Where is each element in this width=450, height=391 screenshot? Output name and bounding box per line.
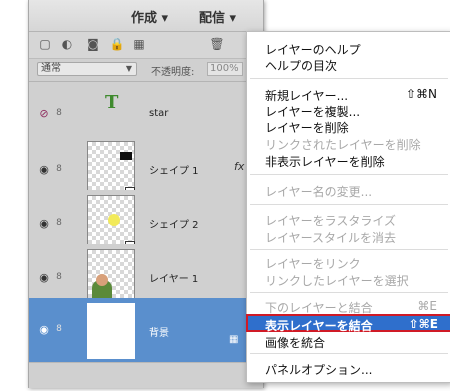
layer-thumbnail — [87, 249, 135, 305]
layers-toolbar: ▢ ◐ ◙ 🔒 ▦ 🗑 ▼ — [29, 32, 263, 85]
layer-options-bar: 通常 ▼ 不透明度: 100% — [29, 59, 263, 82]
menu-item-new-layer[interactable]: 新規レイヤー... — [265, 87, 348, 104]
fx-icon[interactable]: fx — [234, 160, 244, 173]
menu-item-delete-linked: リンクされたレイヤーを削除 — [265, 138, 421, 152]
menu-separator — [250, 78, 448, 79]
menu-item-delete-layer[interactable]: レイヤーを削除 — [265, 119, 349, 136]
link-icon[interactable]: 8 — [55, 106, 63, 120]
eye-icon[interactable]: ◉ — [37, 162, 51, 176]
chevron-down-icon: ▼ — [125, 64, 132, 73]
blend-mode-select[interactable]: 通常 ▼ — [37, 62, 137, 76]
share-menu-label: 配信 — [199, 11, 226, 26]
layer-name: star — [149, 108, 169, 119]
merge-down-shortcut: ⌘E — [417, 299, 437, 313]
menu-item-rename-layer: レイヤー名の変更... — [265, 185, 373, 199]
new-layer-shortcut: ⇧⌘N — [405, 87, 437, 101]
menu-item-panel-options[interactable]: パネルオプション... — [265, 361, 372, 378]
merge-visible-shortcut: ⇧⌘E — [408, 317, 438, 331]
opacity-input[interactable]: 100% — [207, 62, 243, 76]
trash-icon[interactable]: 🗑 — [209, 37, 225, 51]
layer-thumbnail — [87, 195, 135, 251]
opacity-value: 100% — [210, 63, 239, 74]
menu-item-merge-visible[interactable]: 表示レイヤーを結合 ⇧⌘E — [246, 314, 450, 333]
eye-hidden-icon[interactable]: ⊘ — [37, 106, 51, 120]
lock-icon[interactable]: 🔒 — [109, 37, 125, 51]
star-shape-preview — [108, 214, 120, 226]
layer-thumbnail — [87, 141, 135, 197]
adjustment-layer-icon[interactable]: ◐ — [59, 37, 75, 51]
merge-visible-label: 表示レイヤーを結合 — [265, 319, 373, 333]
shape-preview — [120, 152, 132, 160]
text-layer-icon: T — [105, 92, 119, 113]
menu-item-layer-help[interactable]: レイヤーのヘルプ — [265, 41, 361, 58]
menu-item-link-layers: レイヤーをリンク — [265, 257, 361, 271]
create-menu-label: 作成 — [131, 11, 158, 26]
panel-flyout-menu: レイヤーのヘルプ ヘルプの目次 新規レイヤー... ⇧⌘N レイヤーを複製...… — [246, 31, 450, 383]
menu-item-select-linked: リンクしたレイヤーを選択 — [265, 274, 409, 288]
menu-separator — [250, 174, 448, 175]
menu-item-rasterize-layer: レイヤーをラスタライズ — [265, 214, 397, 228]
menu-separator — [250, 249, 448, 250]
background-lock-icon: ▦ — [229, 334, 239, 345]
layer-mask-icon[interactable]: ◙ — [85, 37, 101, 51]
link-icon[interactable]: 8 — [55, 162, 63, 176]
menu-item-delete-hidden[interactable]: 非表示レイヤーを削除 — [265, 153, 385, 170]
share-menu[interactable]: 配信 ▾ — [199, 7, 236, 26]
layer-row-background[interactable]: ◉ 8 背景 ▦ — [29, 298, 263, 363]
layers-panel: 作成 ▾ 配信 ▾ ▢ ◐ ◙ 🔒 ▦ 🗑 ▼ 通常 ▼ 不透明度: 100% … — [28, 0, 264, 388]
layer-thumbnail — [87, 303, 135, 359]
opacity-label: 不透明度: — [151, 67, 195, 78]
lock-transparency-icon[interactable]: ▦ — [131, 37, 147, 51]
layer-name: レイヤー 1 — [149, 274, 199, 285]
link-icon[interactable]: 8 — [55, 270, 63, 284]
layer-name: シェイプ 2 — [149, 220, 199, 231]
layer-name: シェイプ 1 — [149, 166, 199, 177]
top-menu-bar: 作成 ▾ 配信 ▾ — [29, 0, 263, 32]
menu-separator — [250, 353, 448, 354]
menu-item-duplicate-layer[interactable]: レイヤーを複製... — [265, 103, 360, 120]
blend-mode-value: 通常 — [41, 63, 61, 74]
link-icon[interactable]: 8 — [55, 216, 63, 230]
new-layer-icon[interactable]: ▢ — [37, 37, 53, 51]
photo-face-preview — [96, 274, 108, 286]
layer-name: 背景 — [149, 328, 169, 339]
menu-separator — [250, 292, 448, 293]
menu-separator — [250, 204, 448, 205]
link-icon[interactable]: 8 — [55, 322, 63, 336]
menu-item-clear-layer-style: レイヤースタイルを消去 — [265, 231, 397, 245]
eye-icon[interactable]: ◉ — [37, 270, 51, 284]
eye-icon[interactable]: ◉ — [37, 216, 51, 230]
create-menu[interactable]: 作成 ▾ — [131, 7, 168, 26]
menu-item-flatten-image[interactable]: 画像を統合 — [265, 334, 325, 351]
eye-icon[interactable]: ◉ — [37, 322, 51, 336]
menu-item-help-toc[interactable]: ヘルプの目次 — [265, 57, 337, 74]
